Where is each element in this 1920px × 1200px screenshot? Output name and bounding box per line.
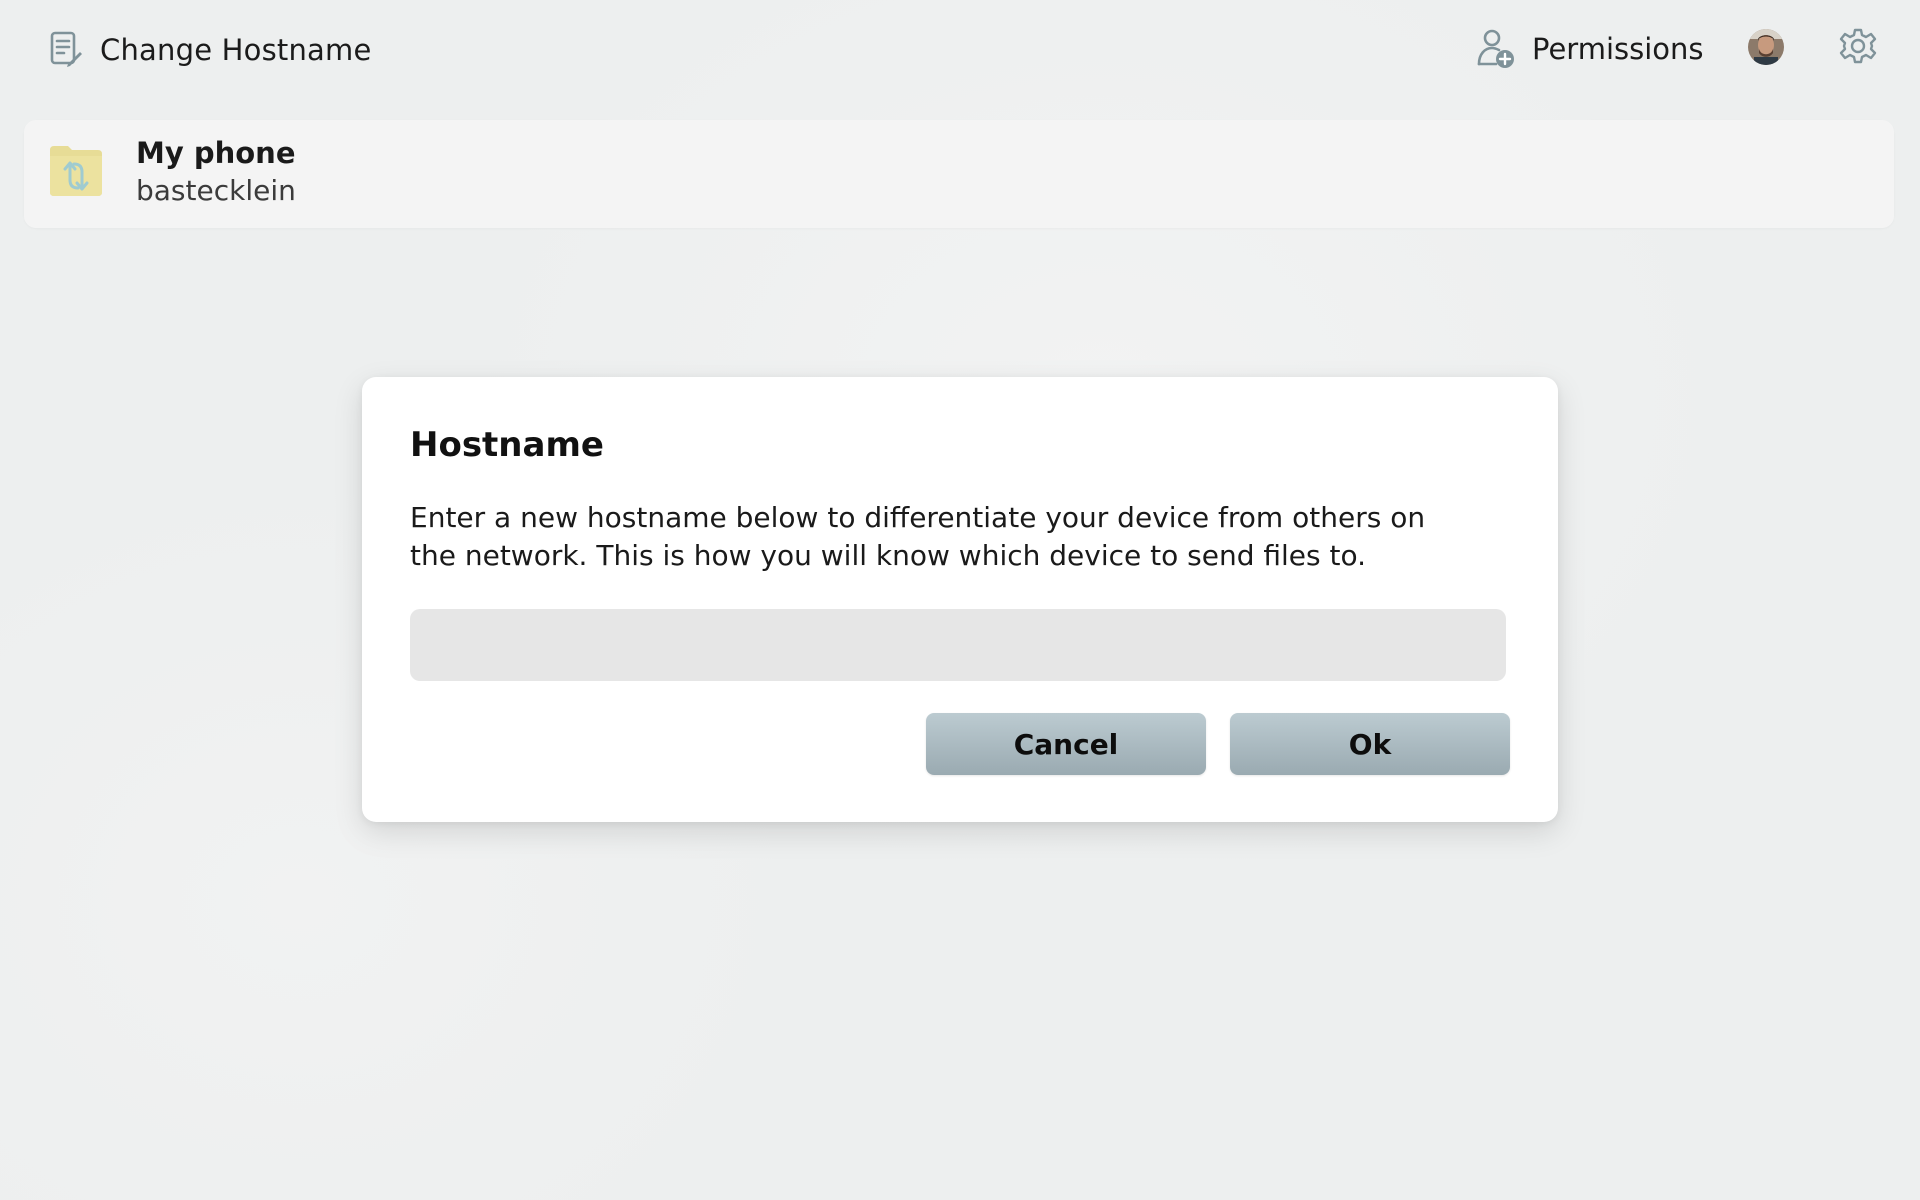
settings-button[interactable] [1838,28,1878,68]
top-bar: Change Hostname Permissions [0,0,1920,100]
hostname-input[interactable] [410,609,1506,681]
app-root: Change Hostname Permissions My phone bas… [0,0,1920,1200]
avatar[interactable] [1748,29,1784,65]
edit-document-icon [48,30,84,70]
change-hostname-header[interactable]: Change Hostname [48,28,372,72]
cancel-button[interactable]: Cancel [926,713,1206,775]
device-card[interactable]: My phone bastecklein [24,120,1894,228]
page-title: Change Hostname [100,33,372,67]
hostname-dialog: Hostname Enter a new hostname below to d… [362,377,1558,822]
dialog-title: Hostname [410,425,604,465]
permissions-button[interactable]: Permissions [1476,26,1704,72]
ok-button[interactable]: Ok [1230,713,1510,775]
dialog-description: Enter a new hostname below to differenti… [410,501,1426,572]
device-hostname: bastecklein [136,174,296,207]
device-name: My phone [136,136,296,170]
permissions-label: Permissions [1532,32,1704,66]
folder-sync-icon [48,142,104,198]
user-add-icon [1476,28,1516,70]
gear-icon [1839,27,1877,69]
